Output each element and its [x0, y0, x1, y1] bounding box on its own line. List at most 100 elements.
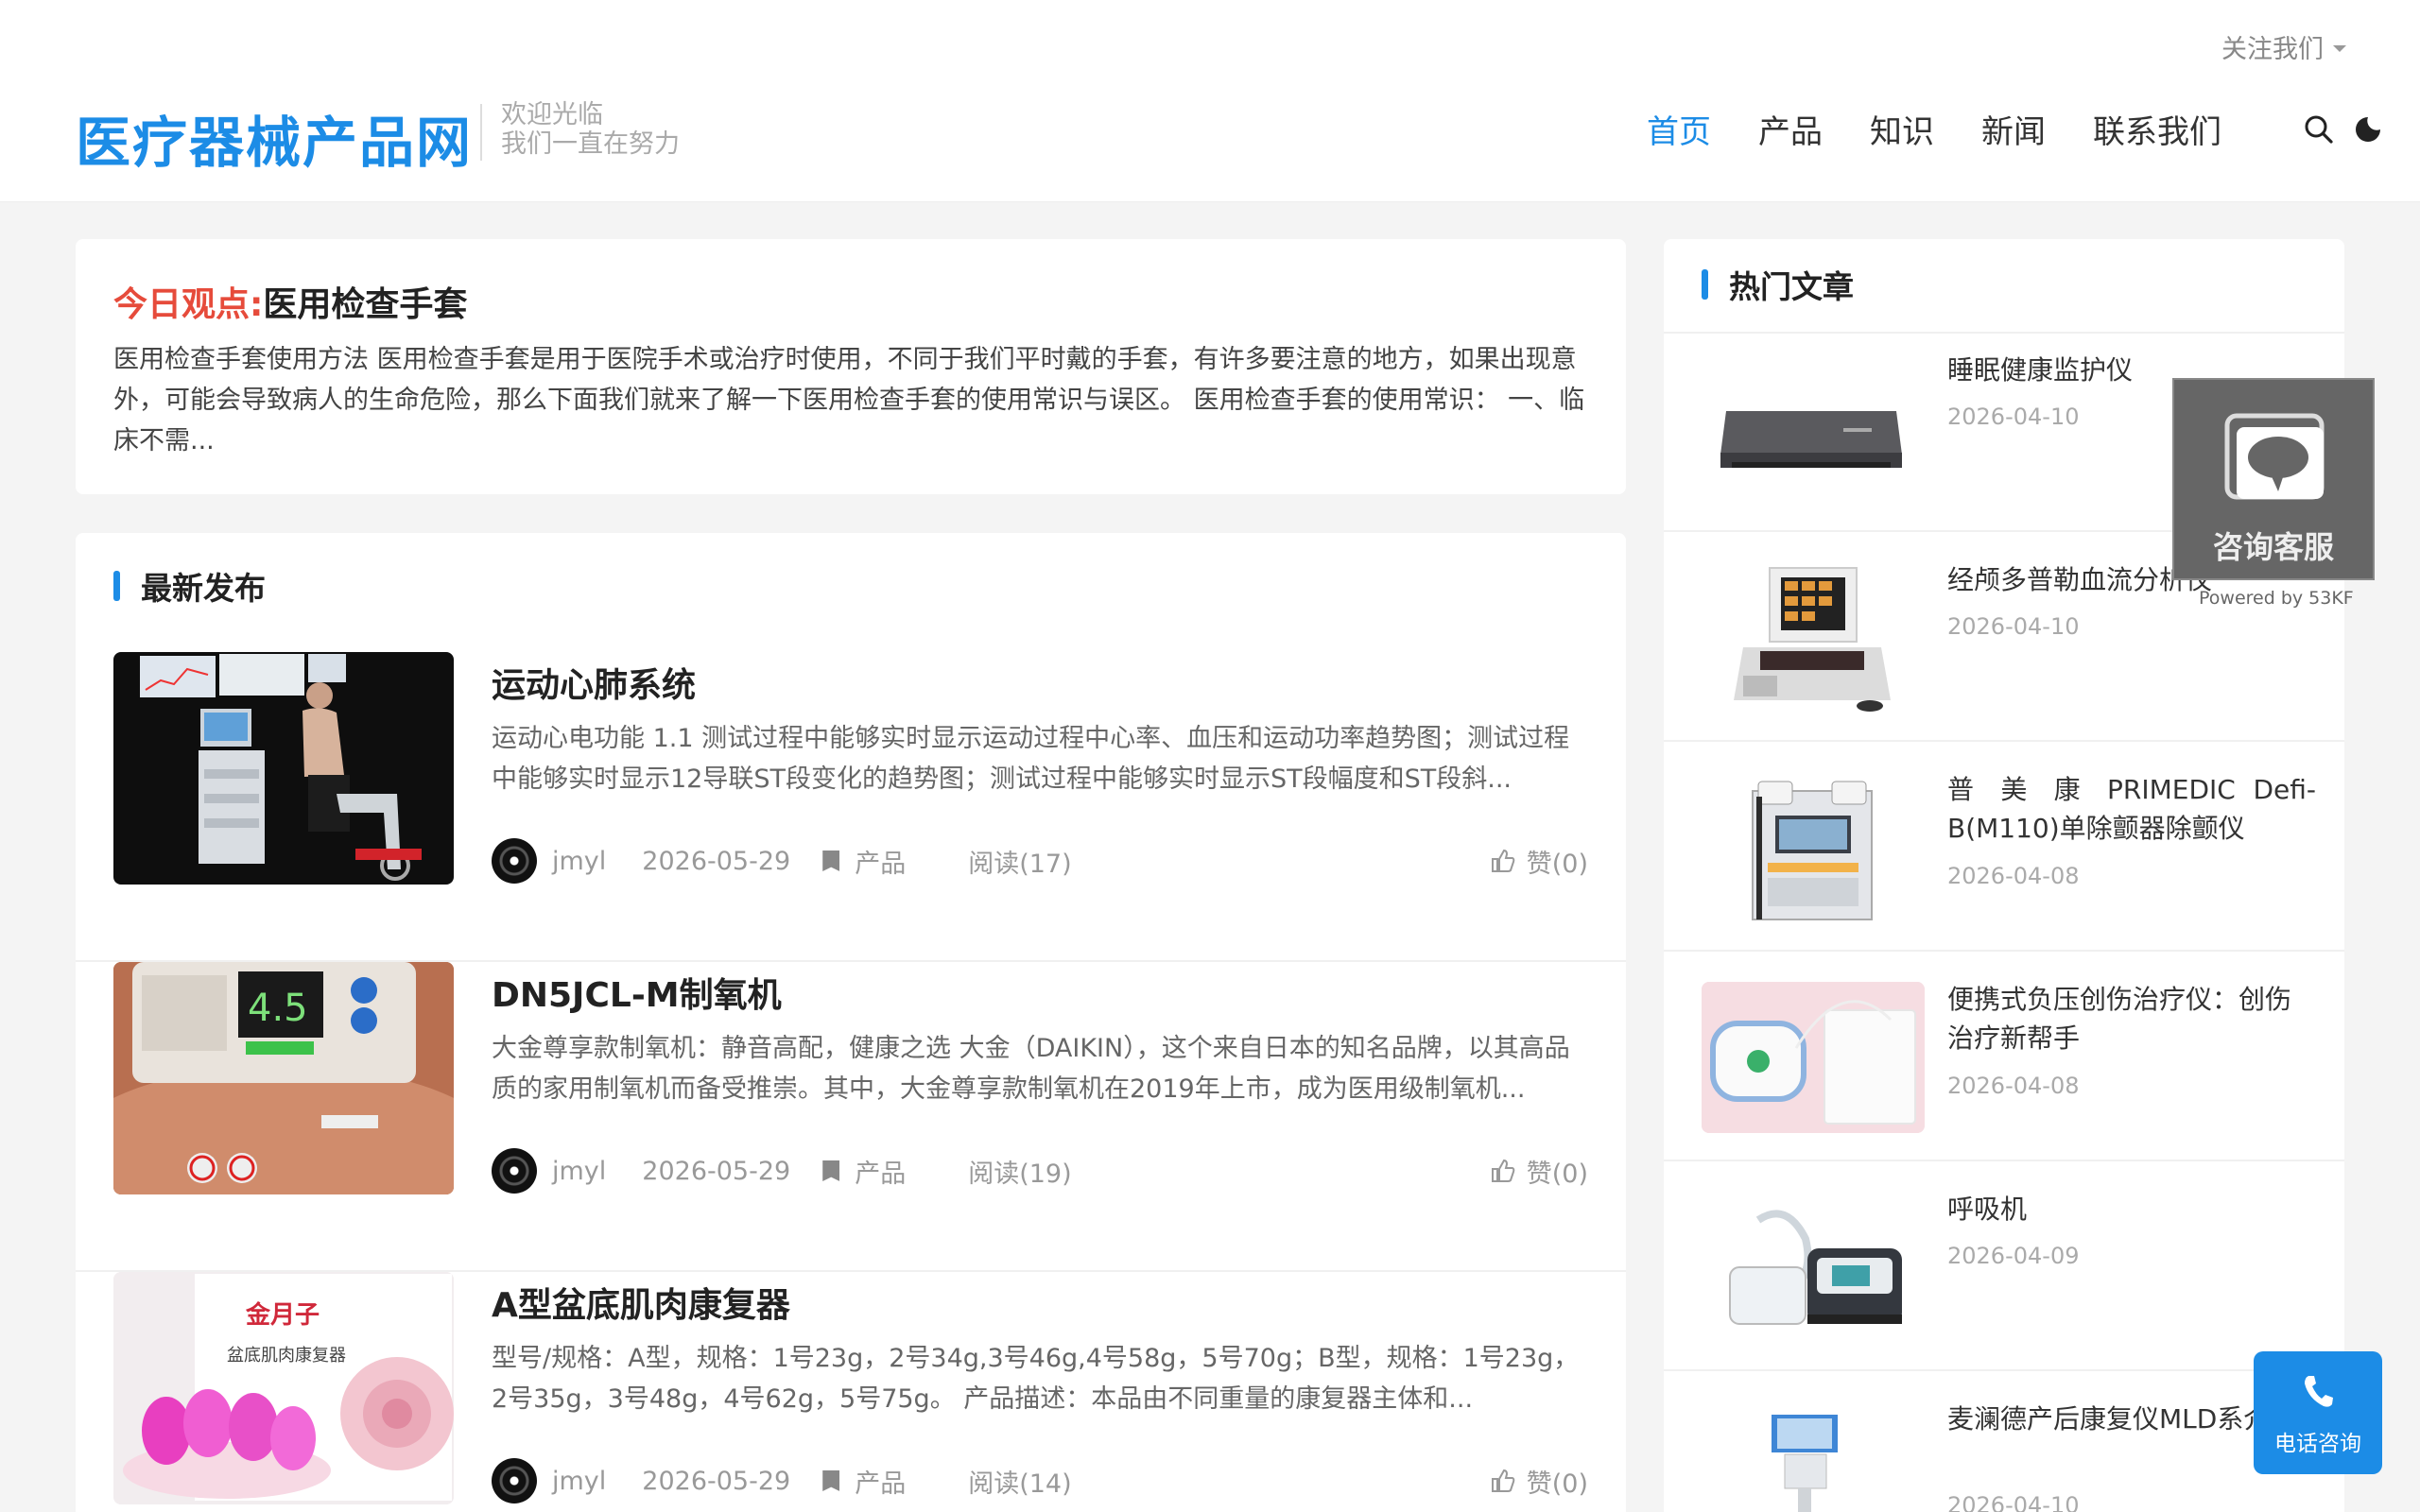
- post-reads: 阅读(14): [968, 1469, 1072, 1499]
- today-viewpoint-card[interactable]: 今日观点:医用检查手套 医用检查手套使用方法 医用检查手套是用于医院手术或治疗时…: [76, 239, 1626, 494]
- caret-down-icon: [2333, 45, 2346, 52]
- post-excerpt: 型号/规格：A型，规格：1号23g，2号34g,3号46g,4号58g，5号70…: [492, 1344, 1580, 1414]
- thumbs-up-icon: [1491, 1469, 1515, 1492]
- like-button[interactable]: 赞(0): [1489, 843, 1588, 880]
- post-title[interactable]: 运动心肺系统: [492, 658, 696, 707]
- heading-accent-bar: [113, 571, 120, 601]
- post-category[interactable]: 产品: [855, 843, 906, 880]
- thumbs-up-icon: [1491, 1159, 1515, 1182]
- like-button[interactable]: 赞(0): [1489, 1153, 1588, 1190]
- logo-divider: [480, 104, 482, 161]
- site-slogan: 欢迎光临 我们一直在努力: [501, 100, 680, 159]
- like-count: 赞(0): [1526, 1469, 1588, 1499]
- hot-article-date: 2026-04-10: [1947, 404, 2080, 430]
- like-count: 赞(0): [1526, 849, 1588, 879]
- today-viewpoint-title: 今日观点:医用检查手套: [113, 277, 1588, 326]
- box-product-text: 盆底肌肉康复器: [227, 1346, 346, 1366]
- hot-article-title[interactable]: 便携式负压创伤治疗仪：创伤治疗新帮手: [1947, 980, 2316, 1057]
- post-category[interactable]: 产品: [855, 1463, 906, 1500]
- author-avatar[interactable]: [492, 1148, 537, 1194]
- phone-consult-button[interactable]: 电话咨询: [2254, 1351, 2382, 1474]
- hot-article-date: 2026-04-08: [1947, 863, 2080, 889]
- category-bookmark-icon: [822, 1470, 840, 1491]
- like-count: 赞(0): [1526, 1159, 1588, 1189]
- section-heading-text: 热门文章: [1729, 268, 1854, 305]
- slogan-line: 欢迎光临: [501, 100, 603, 129]
- hot-article-title[interactable]: 呼吸机: [1947, 1190, 2316, 1228]
- hot-article-item[interactable]: 便携式负压创伤治疗仪：创伤治疗新帮手 2026-04-08: [1664, 952, 2344, 1161]
- hot-article-thumbnail[interactable]: [1702, 1192, 1925, 1343]
- post-meta: jmyl 2026-05-29 产品 阅读(14) 赞(0): [492, 1457, 1588, 1504]
- post-author[interactable]: jmyl: [552, 847, 606, 876]
- dark-mode-moon-icon[interactable]: [2352, 113, 2384, 146]
- post-item: 金月子 盆底肌肉康复器 A型盆底肌肉康复器 型号/规格：A型，规格：1号23g，…: [76, 1272, 1626, 1512]
- post-excerpt: 大金尊享款制氧机：静音高配，健康之选 大金（DAIKIN），这个来自日本的知名品…: [492, 1034, 1570, 1104]
- hot-article-thumbnail[interactable]: [1702, 982, 1925, 1133]
- section-heading: 热门文章: [1664, 239, 2344, 334]
- hot-article-item[interactable]: 呼吸机 2026-04-09: [1664, 1161, 2344, 1371]
- post-excerpt: 运动心电功能 1.1 测试过程中能够实时显示运动过程中心率、血压和运动功率趋势图…: [492, 724, 1570, 794]
- post-title[interactable]: DN5JCL-M制氧机: [492, 968, 782, 1017]
- post-thumbnail[interactable]: [113, 652, 454, 885]
- thumbs-up-icon: [1491, 849, 1515, 872]
- category-bookmark-icon: [822, 850, 840, 871]
- nav-item-home[interactable]: 首页: [1647, 106, 1711, 152]
- post-category[interactable]: 产品: [855, 1153, 906, 1190]
- nav-item-knowledge[interactable]: 知识: [1870, 106, 1934, 152]
- heading-accent-bar: [1702, 269, 1708, 300]
- hot-article-thumbnail[interactable]: [1702, 352, 1925, 504]
- hot-article-date: 2026-04-10: [1947, 613, 2080, 640]
- box-brand-text: 金月子: [245, 1300, 320, 1330]
- hot-article-date: 2026-04-10: [1947, 1492, 2080, 1512]
- chat-bubble-icon: [2224, 413, 2325, 500]
- hot-article-item[interactable]: 麦澜德产后康复仪MLD系介绍 2026-04-10: [1664, 1371, 2344, 1512]
- today-excerpt: 医用检查手套使用方法 医用检查手套是用于医院手术或治疗时使用，不同于我们平时戴的…: [113, 345, 1585, 455]
- post-thumbnail[interactable]: 金月子 盆底肌肉康复器: [113, 1272, 454, 1504]
- latest-posts-card: 最新发布 运动心肺系统 运动心电功能 1.1 测试过程中能够实时显示运动过程中心…: [76, 533, 1626, 1512]
- hot-article-thumbnail[interactable]: [1702, 1401, 1925, 1512]
- site-header: 关注我们 医疗器械产品网 欢迎光临 我们一直在努力 首页 产品 知识 新闻 联系…: [0, 0, 2420, 202]
- nav-item-contact[interactable]: 联系我们: [2093, 106, 2221, 152]
- slogan-line: 我们一直在努力: [501, 129, 680, 159]
- post-meta: jmyl 2026-05-29 产品 阅读(19) 赞(0): [492, 1147, 1588, 1194]
- section-heading: 最新发布: [76, 533, 1626, 609]
- main-nav: 首页 产品 知识 新闻 联系我们: [1647, 106, 2221, 152]
- search-icon[interactable]: [2303, 113, 2335, 146]
- post-date: 2026-05-29: [642, 1466, 791, 1496]
- post-date: 2026-05-29: [642, 1156, 791, 1186]
- nav-item-news[interactable]: 新闻: [1981, 106, 2046, 152]
- section-heading-text: 最新发布: [141, 570, 266, 607]
- post-title[interactable]: A型盆底肌肉康复器: [492, 1278, 790, 1327]
- hot-article-date: 2026-04-09: [1947, 1243, 2080, 1269]
- powered-by-text[interactable]: Powered by 53KF: [2199, 588, 2354, 609]
- nav-item-products[interactable]: 产品: [1758, 106, 1823, 152]
- hot-article-date: 2026-04-08: [1947, 1073, 2080, 1099]
- post-author[interactable]: jmyl: [552, 1467, 606, 1496]
- online-consult-widget[interactable]: 咨询客服: [2172, 378, 2375, 580]
- author-avatar[interactable]: [492, 838, 537, 884]
- category-bookmark-icon: [822, 1160, 840, 1181]
- phone-icon: [2305, 1376, 2333, 1407]
- post-item: 运动心肺系统 运动心电功能 1.1 测试过程中能够实时显示运动过程中心率、血压和…: [76, 652, 1626, 962]
- oxygen-display-digits: 4.5: [248, 987, 308, 1030]
- post-author[interactable]: jmyl: [552, 1157, 606, 1186]
- like-button[interactable]: 赞(0): [1489, 1463, 1588, 1500]
- hot-article-item[interactable]: 普 美 康 PRIMEDIC Defi-B(M110)单除颤器除颤仪 2026-…: [1664, 742, 2344, 952]
- follow-us-menu[interactable]: 关注我们: [2221, 28, 2346, 65]
- hot-article-thumbnail[interactable]: [1702, 772, 1925, 923]
- today-topic[interactable]: 医用检查手套: [263, 285, 467, 324]
- post-reads: 阅读(17): [968, 849, 1072, 879]
- today-label: 今日观点:: [113, 285, 264, 324]
- site-logo[interactable]: 医疗器械产品网: [76, 98, 473, 178]
- post-thumbnail[interactable]: 4.5: [113, 962, 454, 1194]
- phone-consult-label: 电话咨询: [2274, 1432, 2361, 1456]
- post-date: 2026-05-29: [642, 846, 791, 876]
- author-avatar[interactable]: [492, 1458, 537, 1503]
- post-item: 4.5 DN5JCL-M制氧机 大金尊享款制氧机：静音高配，健康之选 大金（DA…: [76, 962, 1626, 1272]
- follow-us-label: 关注我们: [2221, 35, 2324, 64]
- consult-label: 咨询客服: [2212, 529, 2334, 565]
- hot-article-title[interactable]: 普 美 康 PRIMEDIC Defi-B(M110)单除颤器除颤仪: [1947, 770, 2316, 848]
- hot-article-thumbnail[interactable]: [1702, 562, 1925, 713]
- post-meta: jmyl 2026-05-29 产品 阅读(17) 赞(0): [492, 837, 1588, 885]
- post-reads: 阅读(19): [968, 1159, 1072, 1189]
